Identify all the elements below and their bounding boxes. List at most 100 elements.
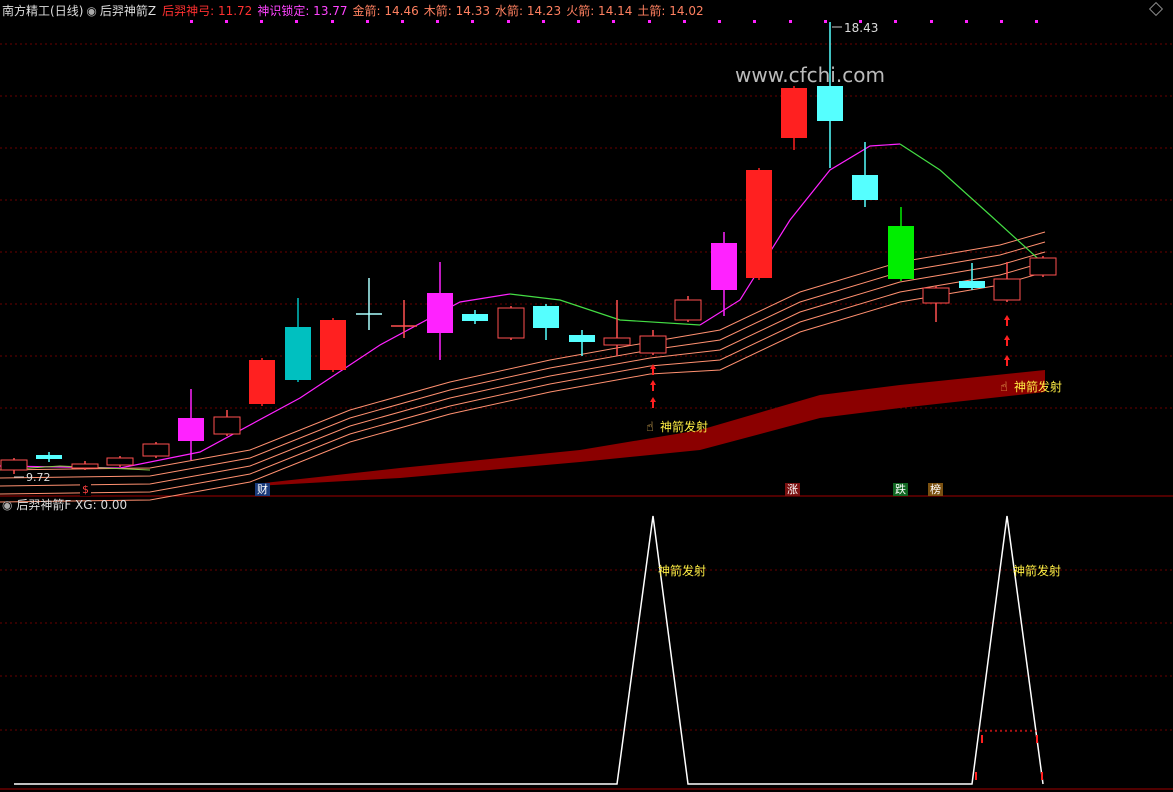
candle (497, 306, 525, 340)
candle (178, 389, 204, 460)
candle-body (674, 299, 702, 321)
hand-pointer-icon: ☝ (646, 420, 654, 435)
xg-value: 0.00 (100, 498, 128, 512)
top-dot (366, 20, 369, 23)
candle (106, 456, 134, 467)
top-dot (789, 20, 792, 23)
top-dot (507, 20, 510, 23)
top-dot (1035, 20, 1038, 23)
sub-signal-label: 神箭发射 (1013, 563, 1061, 578)
candle (142, 442, 170, 458)
candle (0, 458, 28, 474)
candle-body (852, 175, 878, 200)
sub-indicator-name: 后羿神箭F (16, 498, 72, 512)
signal-arrow-head (1004, 315, 1010, 320)
candle (249, 358, 275, 406)
candle (285, 298, 311, 382)
candle-body (497, 307, 525, 339)
top-dot (225, 20, 228, 23)
watermark: www.cfchi.com (735, 63, 885, 87)
candle-body (285, 327, 311, 380)
signal-arrow-head (1004, 355, 1010, 360)
low-price-label: 9.72 (26, 471, 51, 484)
top-dot (718, 20, 721, 23)
candle-body (746, 170, 772, 278)
signal-label: 神箭发射 (1014, 379, 1062, 394)
candle (213, 410, 241, 436)
top-dot (401, 20, 404, 23)
candle-body (603, 337, 631, 346)
high-price-label: 18.43 (844, 21, 878, 35)
candle (36, 452, 62, 462)
top-dot (577, 20, 580, 23)
chart-canvas[interactable]: www.cfchi.com 18.439.72☝ 神箭发射☝ 神箭发射 神箭发射 神箭… (0, 0, 1173, 792)
candle-body (71, 463, 99, 469)
xg-signal-line (14, 515, 1044, 785)
top-dot (612, 20, 615, 23)
sub-indicator-menu-icon[interactable]: ◉ (2, 498, 12, 512)
signal-arrow-head (650, 380, 656, 385)
candle (711, 232, 737, 316)
candle (391, 300, 417, 338)
candle-body (711, 243, 737, 290)
top-dot (260, 20, 263, 23)
candle (639, 330, 667, 355)
top-dot (683, 20, 686, 23)
marker-die[interactable]: 跌 (893, 483, 908, 496)
candle-body (1029, 257, 1057, 276)
top-dot (295, 20, 298, 23)
top-dot (436, 20, 439, 23)
candle-body (142, 443, 170, 457)
candle (746, 168, 772, 280)
long-ma-line-green-2 (899, 143, 1046, 266)
long-ma-line-magenta-2 (699, 143, 901, 326)
candle-body (178, 418, 204, 441)
marker-cai[interactable]: 财 (255, 483, 270, 496)
stock-chart-window[interactable]: 南方精工(日线) ◉ 后羿神箭Z 后羿神弓: 11.72 神识锁定: 13.77 金… (0, 0, 1173, 792)
candle-body (320, 320, 346, 370)
candle (427, 262, 453, 360)
marker-zhang[interactable]: 涨 (785, 483, 800, 496)
candle-body (639, 335, 667, 354)
candle (781, 86, 807, 150)
top-dot (648, 20, 651, 23)
top-dot (894, 20, 897, 23)
candle-body (888, 226, 914, 279)
marker-bang[interactable]: 榜 (928, 483, 943, 496)
candle (462, 310, 488, 324)
candle-body (0, 459, 28, 471)
candle-body (993, 278, 1021, 301)
top-dot (824, 20, 827, 23)
signal-arrow-head (650, 397, 656, 402)
candle-body (533, 306, 559, 328)
candle-body (781, 88, 807, 138)
candle (888, 207, 914, 281)
top-dot (965, 20, 968, 23)
candle (603, 300, 631, 356)
candle-body (427, 293, 453, 333)
candle (320, 318, 346, 372)
signal-label: 神箭发射 (660, 419, 708, 434)
candle-body (569, 335, 595, 342)
signal-arrow-head (1004, 335, 1010, 340)
hand-pointer-icon: ☝ (1000, 380, 1008, 395)
sub-chart-header: ◉ 后羿神箭F XG: 0.00 (2, 497, 127, 513)
candle-body (249, 360, 275, 404)
top-dot (753, 20, 756, 23)
sub-signal-label: 神箭发射 (658, 563, 706, 578)
candle-body (36, 455, 62, 459)
xg-label: XG: (75, 498, 97, 512)
candle-body (106, 457, 134, 466)
candle (1029, 256, 1057, 277)
candle (959, 263, 985, 290)
candle-body (817, 86, 843, 121)
candle-body (213, 416, 241, 435)
top-dot (331, 20, 334, 23)
top-dot (471, 20, 474, 23)
candle-body (922, 287, 950, 304)
marker-dollar[interactable]: $ (80, 483, 91, 496)
candle (533, 304, 559, 340)
candle (674, 296, 702, 322)
top-dot (1000, 20, 1003, 23)
candle (356, 278, 382, 330)
